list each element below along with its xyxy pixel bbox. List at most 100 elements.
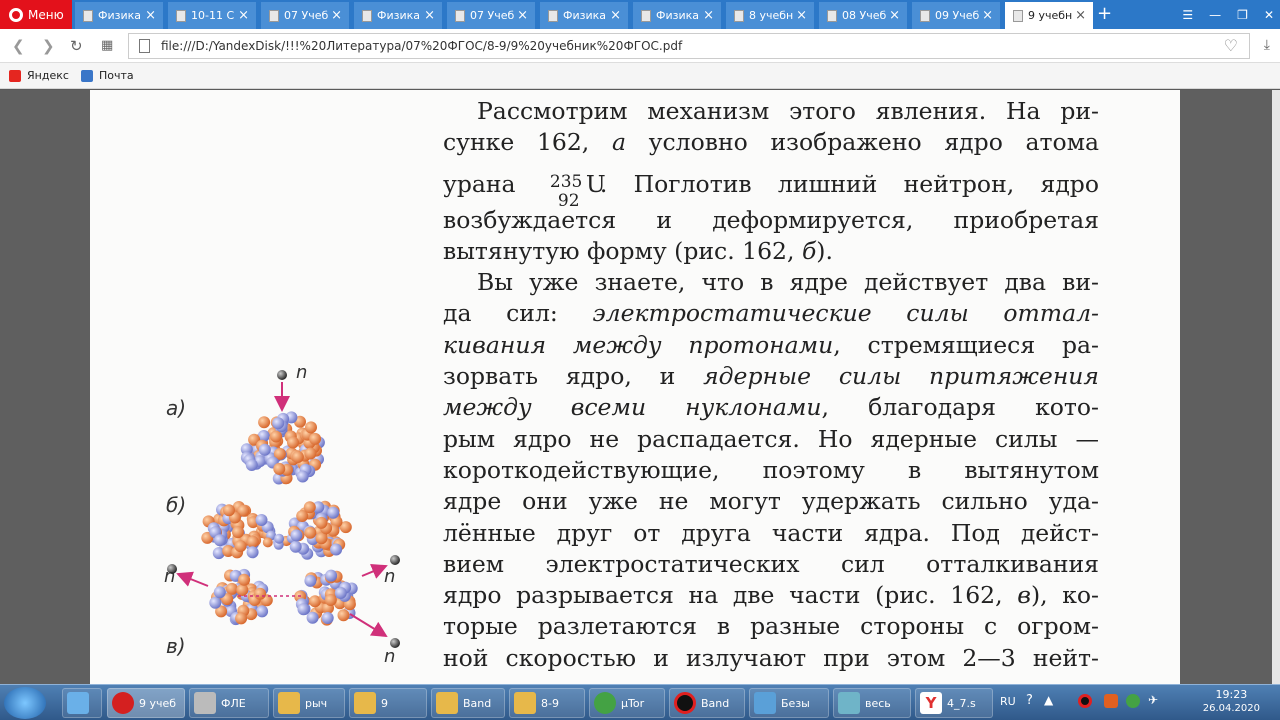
- browser-tab[interactable]: 8 учебн ×: [726, 2, 814, 29]
- text-line: ной скоростью и излучают при этом 2—3 не…: [443, 643, 1099, 672]
- nucleon: [246, 535, 259, 548]
- taskbar-item[interactable]: рыч: [273, 688, 345, 718]
- language-indicator[interactable]: RU: [1000, 695, 1016, 708]
- nucleon: [255, 514, 268, 526]
- text-line: возбуждается и деформируется, приобретая: [443, 205, 1099, 234]
- bookmark-mail[interactable]: Почта: [81, 69, 134, 82]
- close-icon[interactable]: ×: [889, 8, 900, 23]
- pdf-viewer[interactable]: n а) б) n n n в) Рассмотрим механизм это…: [0, 90, 1272, 684]
- neutron-label: n: [384, 646, 396, 667]
- document-icon: [176, 9, 186, 22]
- system-tray: RU ? ▲ ✈ 19:23 26.04.2020: [990, 685, 1280, 720]
- close-icon[interactable]: ×: [424, 8, 435, 23]
- taskbar-item[interactable]: µTor: [589, 688, 665, 718]
- browser-tab[interactable]: Физика ×: [354, 2, 442, 29]
- taskbar-item[interactable]: Y 4_7.s: [915, 688, 993, 718]
- browser-menu-button[interactable]: Меню: [0, 0, 72, 29]
- nucleon: [274, 533, 285, 544]
- bookmark-yandex[interactable]: Яндекс: [9, 69, 69, 82]
- back-arrow-icon[interactable]: ❮: [12, 37, 25, 55]
- heart-icon[interactable]: ♡: [1224, 36, 1238, 55]
- figure-label-a: а): [166, 396, 187, 420]
- app-tray-icon[interactable]: [1104, 694, 1118, 708]
- text-line: зорвать ядро, и ядерные силы притяжения: [443, 362, 1099, 391]
- text-line: Вы уже знаете, что в ядре действует два …: [477, 268, 1099, 297]
- speed-dial-grid-icon[interactable]: ▦: [101, 38, 113, 53]
- browser-tab[interactable]: Физика ×: [540, 2, 628, 29]
- close-icon[interactable]: ×: [1075, 8, 1086, 23]
- taskbar-item[interactable]: 8-9: [509, 688, 585, 718]
- chevron-up-icon[interactable]: ▲: [1044, 693, 1053, 707]
- document-icon: [827, 9, 837, 22]
- taskbar-item[interactable]: 9 учеб: [107, 688, 185, 718]
- close-icon[interactable]: ×: [238, 8, 249, 23]
- close-window-icon[interactable]: ✕: [1264, 8, 1274, 22]
- utorrent-tray-icon[interactable]: [1126, 694, 1140, 708]
- utorrent-icon: [594, 692, 616, 714]
- close-icon[interactable]: ×: [517, 8, 528, 23]
- nucleon: [303, 501, 316, 514]
- fission-figure-drawing: [167, 370, 400, 648]
- nucleon: [309, 432, 322, 445]
- taskbar-volume-icon[interactable]: [62, 688, 102, 718]
- close-icon[interactable]: ×: [610, 8, 621, 23]
- opera-logo-icon: [9, 7, 23, 22]
- close-icon[interactable]: ×: [982, 8, 993, 23]
- nucleon: [234, 540, 247, 553]
- new-tab-plus-icon[interactable]: +: [1097, 3, 1112, 24]
- start-button[interactable]: [4, 687, 46, 719]
- url-text: file:///D:/YandexDisk/!!!%20Литература/0…: [161, 39, 683, 53]
- document-icon: [920, 9, 930, 22]
- taskbar-item[interactable]: Band: [431, 688, 505, 718]
- reload-icon[interactable]: ↻: [70, 37, 83, 55]
- nucleon: [232, 526, 244, 539]
- close-icon[interactable]: ×: [796, 8, 807, 23]
- nucleon: [304, 447, 317, 460]
- taskbar-item[interactable]: 9: [349, 688, 427, 718]
- close-icon[interactable]: ×: [145, 8, 156, 23]
- minimize-icon[interactable]: —: [1209, 8, 1221, 22]
- browser-tab[interactable]: 07 Учеб ×: [261, 2, 349, 29]
- browser-tab[interactable]: 10-11 С ×: [168, 2, 256, 29]
- vertical-scrollbar[interactable]: [1272, 90, 1280, 684]
- close-icon[interactable]: ×: [703, 8, 714, 23]
- browser-tab[interactable]: 08 Учеб ×: [819, 2, 907, 29]
- close-icon[interactable]: ×: [331, 8, 342, 23]
- document-icon: [548, 9, 558, 22]
- browser-tab-active[interactable]: 9 учебн ×: [1005, 2, 1093, 29]
- nucleon: [246, 546, 259, 559]
- yandex-browser-icon: Y: [920, 692, 942, 714]
- taskbar-item[interactable]: Безы: [749, 688, 829, 718]
- folder-icon: [514, 692, 536, 714]
- mail-icon: [81, 69, 93, 82]
- document-icon: [455, 9, 465, 22]
- taskbar-item[interactable]: Band: [669, 688, 745, 718]
- maximize-icon[interactable]: ❐: [1237, 8, 1248, 22]
- nucleon: [324, 594, 337, 606]
- neutron-label: n: [164, 566, 176, 587]
- download-icon[interactable]: ⤓: [1264, 37, 1270, 53]
- nucleon: [297, 603, 310, 616]
- help-icon[interactable]: ?: [1026, 693, 1033, 708]
- taskbar-item[interactable]: ФЛЕ: [189, 688, 269, 718]
- bookmarks-bar: Яндекс Почта: [0, 63, 1280, 89]
- browser-tab[interactable]: 07 Учеб ×: [447, 2, 535, 29]
- tab-list-icon[interactable]: ☰: [1182, 8, 1193, 22]
- browser-tab[interactable]: Физика ×: [633, 2, 721, 29]
- text-line: короткодействующие, поэтому в вытянутом: [443, 455, 1099, 484]
- nucleon: [304, 574, 317, 587]
- text-line: вием электростатических сил отталкивания: [443, 549, 1099, 578]
- neutron-arrow: [176, 571, 209, 587]
- nucleon: [235, 612, 248, 625]
- windows-taskbar: 9 учеб ФЛЕ рыч 9 Band 8-9 µTor Band Безы…: [0, 684, 1280, 720]
- forward-arrow-icon[interactable]: ❯: [42, 37, 55, 55]
- taskbar-item[interactable]: весь: [833, 688, 911, 718]
- browser-tab[interactable]: 09 Учеб ×: [912, 2, 1000, 29]
- network-icon[interactable]: ✈: [1148, 693, 1158, 707]
- clock[interactable]: 19:23 26.04.2020: [1203, 688, 1260, 716]
- browser-tab[interactable]: Физика ×: [75, 2, 163, 29]
- url-field[interactable]: file:///D:/YandexDisk/!!!%20Литература/0…: [128, 33, 1250, 59]
- record-tray-icon[interactable]: [1078, 694, 1092, 708]
- figure-label-v: в): [166, 634, 186, 658]
- document-icon: [83, 9, 93, 22]
